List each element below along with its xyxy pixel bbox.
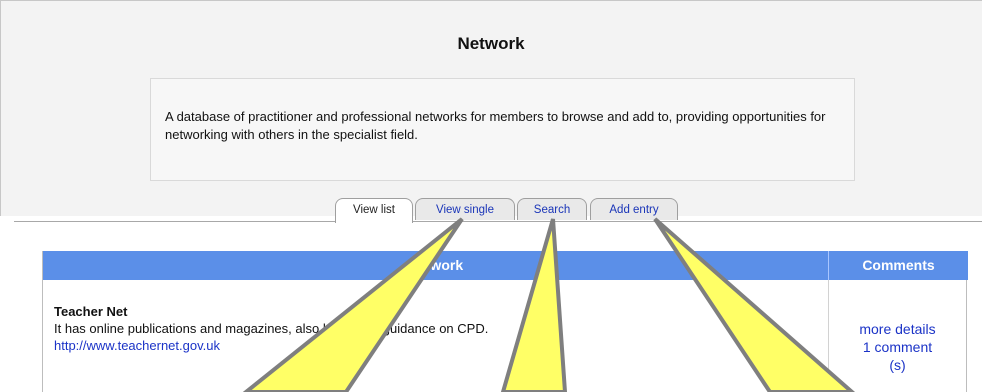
tab-view-list[interactable]: View list <box>335 198 413 223</box>
entry-description: It has online publications and magazines… <box>54 321 489 336</box>
table-header: Network Comments <box>43 251 968 280</box>
entry-url-link[interactable]: http://www.teachernet.gov.uk <box>54 337 814 354</box>
comment-count-suffix[interactable]: (s) <box>828 356 967 374</box>
intro-box: A database of practitioner and professio… <box>150 78 855 181</box>
table-row: Teacher Net It has online publications a… <box>54 303 814 354</box>
tab-search[interactable]: Search <box>517 198 587 220</box>
table-header-network: Network <box>407 257 464 273</box>
page: Network A database of practitioner and p… <box>0 0 982 392</box>
comment-count-link[interactable]: 1 comment <box>828 338 967 356</box>
tab-add-entry[interactable]: Add entry <box>590 198 678 220</box>
tab-divider-line <box>14 221 982 222</box>
more-details-link[interactable]: more details <box>828 320 967 338</box>
entry-name: Teacher Net <box>54 304 128 319</box>
intro-description: A database of practitioner and professio… <box>165 109 826 142</box>
page-title: Network <box>457 34 525 53</box>
table-header-comments: Comments <box>828 251 968 280</box>
comments-cell: more details 1 comment (s) <box>828 320 967 374</box>
tab-view-single[interactable]: View single <box>415 198 515 220</box>
network-table: Network Comments Teacher Net It has onli… <box>42 251 968 392</box>
